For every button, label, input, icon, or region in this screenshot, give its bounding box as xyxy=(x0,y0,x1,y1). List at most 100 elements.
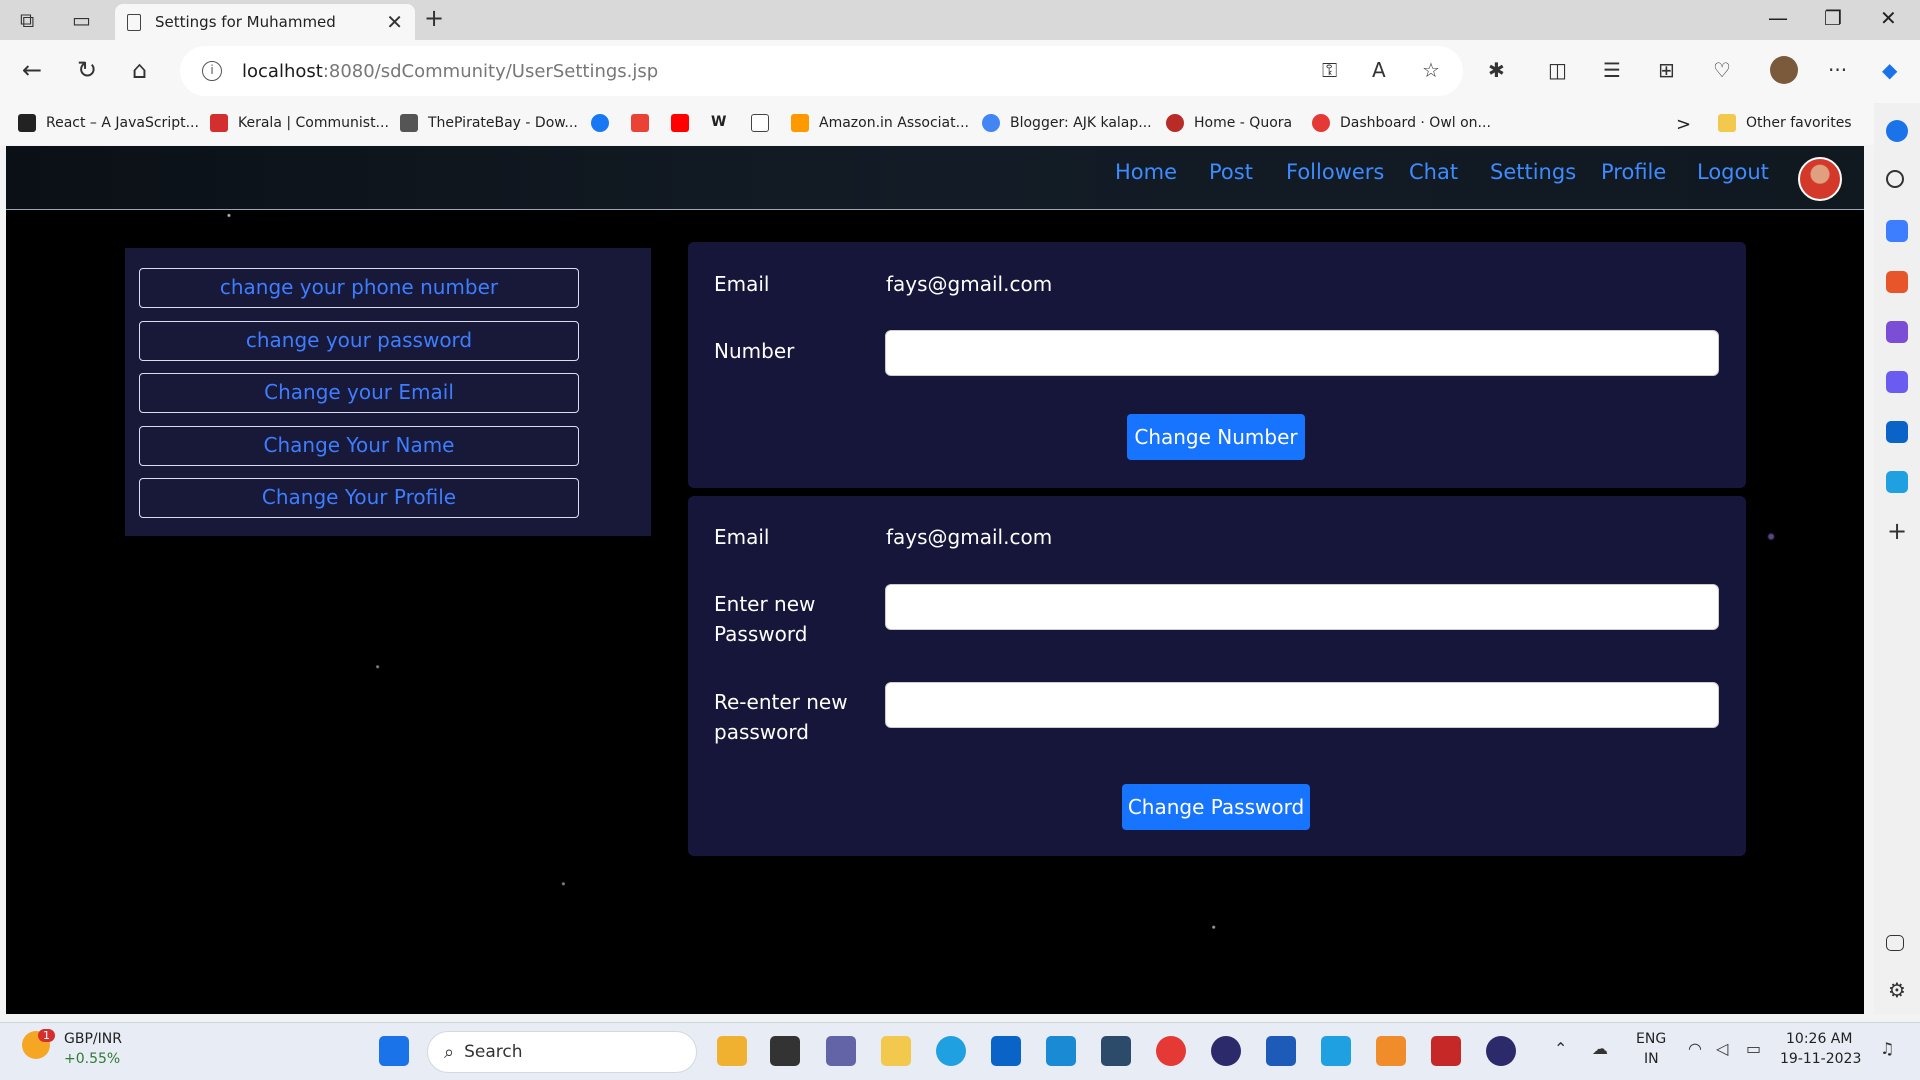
user-avatar[interactable] xyxy=(1798,157,1842,201)
close-window-icon[interactable]: ✕ xyxy=(1880,6,1897,30)
xampp-icon[interactable] xyxy=(1376,1036,1406,1066)
bookmark-kerala[interactable]: Kerala | Communist... xyxy=(210,114,389,132)
eclipse-ee-icon[interactable] xyxy=(1486,1036,1516,1066)
gmail-icon xyxy=(631,114,649,132)
drop-send-icon[interactable] xyxy=(1886,471,1908,493)
windows-taskbar: 1 GBP/INR +0.55% ⌕ Search ⌃ ☁ ENG IN ◠ ◁… xyxy=(0,1022,1920,1080)
tray-chevron-icon[interactable]: ⌃ xyxy=(1554,1039,1567,1058)
read-aloud-icon[interactable]: A xyxy=(1372,58,1386,82)
bookmark-facebook[interactable] xyxy=(591,114,619,132)
change-password-button[interactable]: Change Password xyxy=(1122,784,1310,830)
nav-followers[interactable]: Followers xyxy=(1286,160,1384,184)
new-tab-button[interactable]: + xyxy=(424,4,444,32)
battery-icon[interactable]: ▭ xyxy=(1746,1039,1761,1058)
hide-sidebar-icon[interactable] xyxy=(1886,935,1904,951)
sidebar-settings-gear-icon[interactable]: ⚙ xyxy=(1886,979,1908,1001)
workbench-icon[interactable] xyxy=(1101,1036,1131,1066)
back-icon[interactable]: ← xyxy=(22,56,42,84)
bookmark-youtube[interactable] xyxy=(671,114,699,132)
home-icon[interactable]: ⌂ xyxy=(132,56,147,84)
ticker-badge: 1 xyxy=(38,1029,55,1042)
notepad-icon[interactable] xyxy=(1321,1036,1351,1066)
taskbar-search[interactable]: ⌕ Search xyxy=(427,1031,697,1073)
word-icon[interactable] xyxy=(1266,1036,1296,1066)
change-profile-button[interactable]: Change Your Profile xyxy=(139,478,579,518)
onedrive-icon[interactable]: ☁ xyxy=(1592,1039,1608,1058)
email-value: fays@gmail.com xyxy=(886,525,1053,549)
nav-settings[interactable]: Settings xyxy=(1490,160,1576,184)
page-icon xyxy=(751,114,769,132)
nav-post[interactable]: Post xyxy=(1209,160,1253,184)
bookmark-piratebay[interactable]: ThePirateBay - Dow... xyxy=(400,114,578,132)
close-tab-icon[interactable]: ✕ xyxy=(386,10,403,34)
change-password-button[interactable]: change your password xyxy=(139,321,579,361)
favorite-star-icon[interactable]: ☆ xyxy=(1422,58,1440,82)
ticker-name[interactable]: GBP/INR xyxy=(64,1031,122,1047)
bookmark-wikipedia[interactable]: W xyxy=(711,114,726,130)
nav-profile[interactable]: Profile xyxy=(1601,160,1666,184)
address-bar[interactable]: i localhost:8080/sdCommunity/UserSetting… xyxy=(180,46,1463,96)
chrome-icon[interactable] xyxy=(1156,1036,1186,1066)
notifications-bell-icon[interactable] xyxy=(1886,120,1908,142)
number-input[interactable] xyxy=(885,330,1719,376)
teams-icon[interactable] xyxy=(826,1036,856,1066)
more-bookmarks-chevron-icon[interactable]: > xyxy=(1676,114,1691,135)
change-phone-button[interactable]: change your phone number xyxy=(139,268,579,308)
shopping-tag-icon[interactable] xyxy=(1886,220,1908,242)
vscode-icon[interactable] xyxy=(1046,1036,1076,1066)
file-explorer-icon[interactable] xyxy=(881,1036,911,1066)
refresh-icon[interactable]: ↻ xyxy=(77,56,97,84)
acrobat-icon[interactable] xyxy=(1431,1036,1461,1066)
add-sidebar-icon[interactable]: + xyxy=(1886,519,1908,543)
browser-essentials-icon[interactable]: ♡ xyxy=(1713,58,1731,82)
key-icon[interactable]: ⚿ xyxy=(1322,58,1337,82)
browser-tab[interactable]: Settings for Muhammed ✕ xyxy=(115,4,415,40)
more-options-icon[interactable]: ··· xyxy=(1828,58,1847,82)
collections-icon[interactable]: ⊞ xyxy=(1658,58,1675,82)
change-email-button[interactable]: Change your Email xyxy=(139,373,579,413)
games-icon[interactable] xyxy=(1886,321,1908,343)
change-number-button[interactable]: Change Number xyxy=(1127,414,1305,460)
bookmark-owl[interactable]: Dashboard · Owl on... xyxy=(1312,114,1491,132)
reenter-password-label: Re-enter new password xyxy=(714,690,848,744)
favorites-icon[interactable]: ☰ xyxy=(1603,58,1621,82)
new-password-input[interactable] xyxy=(885,584,1719,630)
bookmark-blogger[interactable]: Blogger: AJK kalap... xyxy=(982,114,1152,132)
extensions-icon[interactable]: ✱ xyxy=(1488,58,1505,82)
bookmark-react[interactable]: React – A JavaScript... xyxy=(18,114,199,132)
reenter-password-input[interactable] xyxy=(885,682,1719,728)
store-icon[interactable] xyxy=(991,1036,1021,1066)
nav-logout[interactable]: Logout xyxy=(1697,160,1769,184)
site-info-icon[interactable]: i xyxy=(202,61,222,81)
task-view-icon[interactable] xyxy=(770,1036,800,1066)
bookmark-gmail[interactable] xyxy=(631,114,659,132)
language-line1[interactable]: ENG xyxy=(1636,1031,1666,1047)
edge-icon[interactable] xyxy=(936,1036,966,1066)
nav-chat[interactable]: Chat xyxy=(1409,160,1458,184)
bookmark-quora[interactable]: Home - Quora xyxy=(1166,114,1292,132)
tab-actions-icon[interactable]: ▭ xyxy=(72,8,91,32)
bookmark-page[interactable] xyxy=(751,114,779,132)
eclipse-icon[interactable] xyxy=(1211,1036,1241,1066)
workspaces-icon[interactable]: ⧉ xyxy=(20,8,34,32)
restore-icon[interactable]: ❐ xyxy=(1824,6,1842,30)
folder-icon xyxy=(1718,114,1736,132)
wifi-icon[interactable]: ◠ xyxy=(1688,1039,1702,1058)
profile-avatar-icon[interactable] xyxy=(1770,56,1798,84)
bookmark-amazon[interactable]: Amazon.in Associat... xyxy=(791,114,969,132)
split-screen-icon[interactable]: ◫ xyxy=(1548,58,1567,82)
copilot-icon[interactable]: ◆ xyxy=(1882,58,1897,82)
tools-briefcase-icon[interactable] xyxy=(1886,271,1908,293)
search-icon[interactable] xyxy=(1886,170,1904,188)
minimize-icon[interactable]: — xyxy=(1768,6,1788,30)
notification-bell-icon[interactable]: ♫ xyxy=(1880,1039,1894,1058)
nav-home[interactable]: Home xyxy=(1115,160,1177,184)
windows-start-icon[interactable] xyxy=(379,1036,409,1066)
clock-time[interactable]: 10:26 AM xyxy=(1786,1031,1852,1047)
other-favorites[interactable]: Other favorites xyxy=(1718,114,1852,132)
volume-icon[interactable]: ◁ xyxy=(1716,1039,1728,1058)
copilot-pre-icon[interactable] xyxy=(717,1036,747,1066)
outlook-icon[interactable] xyxy=(1886,421,1908,443)
change-name-button[interactable]: Change Your Name xyxy=(139,426,579,466)
microsoft365-icon[interactable] xyxy=(1886,371,1908,393)
